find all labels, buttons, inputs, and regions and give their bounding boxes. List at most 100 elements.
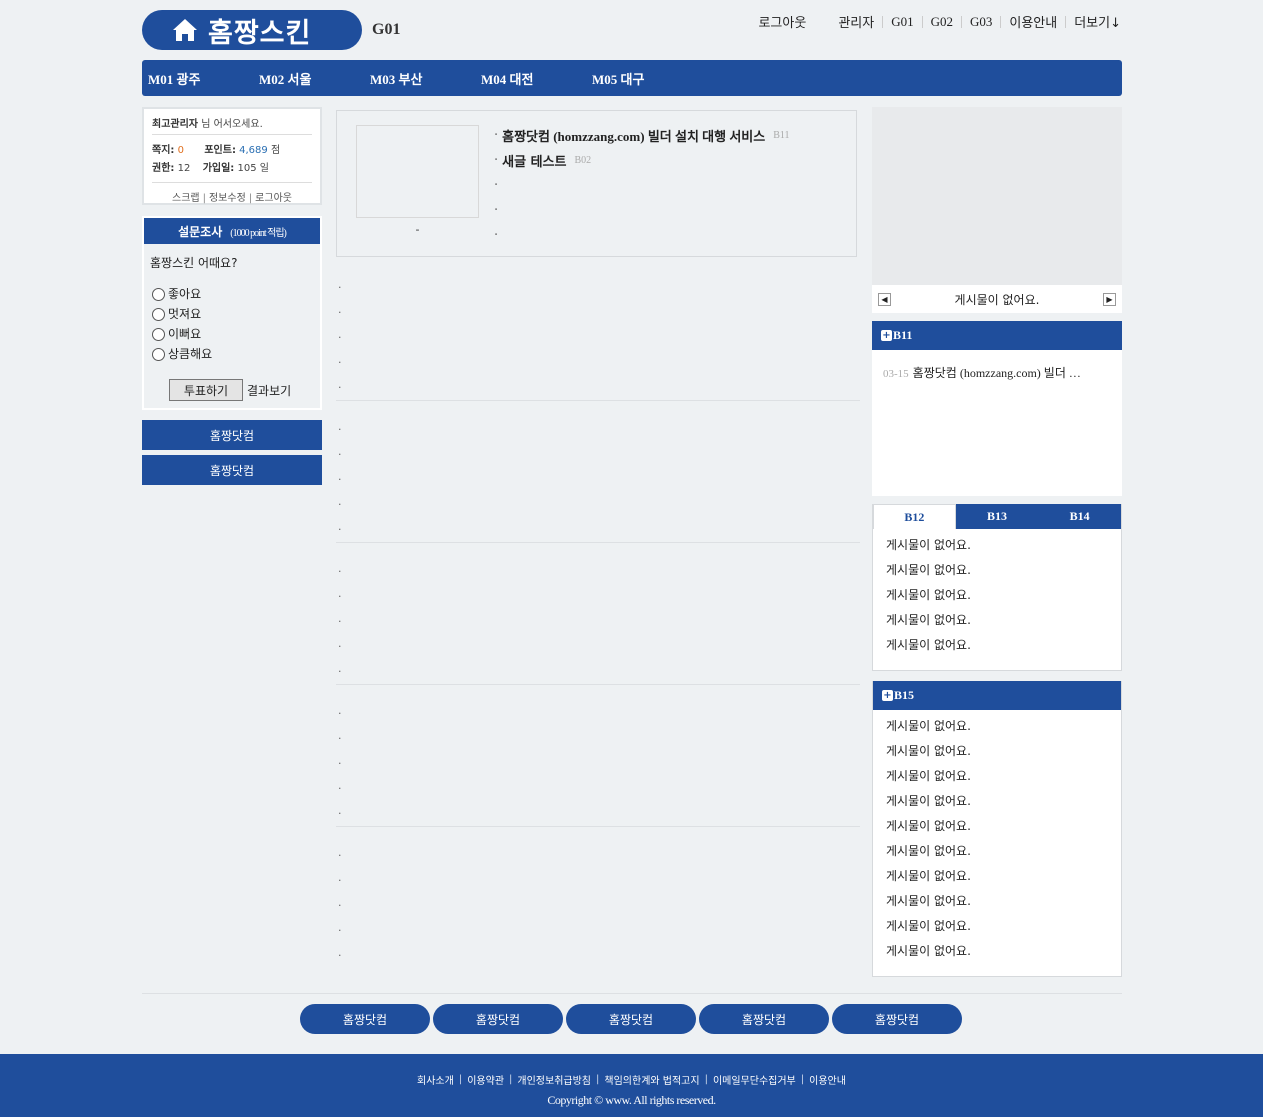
- poll-option[interactable]: 상큼해요: [152, 343, 320, 363]
- featured-thumbnail[interactable]: [356, 125, 479, 218]
- point-value[interactable]: 4,689: [239, 145, 268, 156]
- list-item: 게시물이 없어요.: [886, 638, 971, 652]
- poll-option[interactable]: 좋아요: [152, 283, 320, 303]
- tab-b14[interactable]: B14: [1038, 504, 1121, 529]
- left-banner-button[interactable]: 홈짱닷컴: [142, 455, 322, 485]
- site-logo[interactable]: 홈짱스킨: [142, 10, 362, 50]
- list-item[interactable]: 03-15 홈짱닷컴 (homzzang.com) 빌더 …: [883, 364, 1103, 381]
- nav-item-m03[interactable]: M03 부산: [364, 69, 475, 88]
- list-item: ·: [338, 498, 342, 511]
- user-name[interactable]: 최고관리자: [152, 119, 198, 130]
- list-item: ·: [338, 281, 342, 294]
- list-item: 게시물이 없어요.: [886, 794, 971, 808]
- scrap-link[interactable]: 스크랩: [172, 193, 200, 204]
- next-arrow-icon[interactable]: ▶: [1102, 292, 1116, 306]
- list-item[interactable]: · 새글 테스트 B02: [494, 148, 790, 173]
- poll-option[interactable]: 이뻐요: [152, 323, 320, 343]
- footer-link-privacy[interactable]: 개인정보취급방침: [517, 1072, 591, 1087]
- poll-title: 설문조사: [178, 224, 223, 239]
- poll-options: 좋아요 멋져요 이뻐요 상큼해요: [152, 283, 320, 363]
- list-item: 게시물이 없어요.: [886, 588, 971, 602]
- g02-link[interactable]: G02: [923, 14, 961, 30]
- bottom-banner-button[interactable]: 홈짱닷컴: [433, 1004, 563, 1034]
- list-item: ·: [338, 640, 342, 653]
- bottom-banner-button[interactable]: 홈짱닷컴: [699, 1004, 829, 1034]
- list-item: 게시물이 없어요.: [886, 744, 971, 758]
- list-item: 게시물이 없어요.: [886, 719, 971, 733]
- list-item: ·: [338, 356, 342, 369]
- list-item: ·: [338, 757, 342, 770]
- edit-profile-link[interactable]: 정보수정: [209, 193, 246, 204]
- welcome-text: 최고관리자 님 어서오세요.: [152, 115, 312, 135]
- list-item: 게시물이 없어요.: [886, 538, 971, 552]
- footer-link-about[interactable]: 회사소개: [417, 1072, 454, 1087]
- list-item: ·: [338, 423, 342, 436]
- board-block: · · · · ·: [336, 417, 860, 543]
- list-item: ·: [338, 331, 342, 344]
- board-header[interactable]: + B15: [873, 681, 1121, 710]
- board-block: · · · · ·: [336, 275, 860, 401]
- poll-result-link[interactable]: 결과보기: [247, 382, 291, 399]
- tab-b13[interactable]: B13: [956, 504, 1039, 529]
- footer-link-guide[interactable]: 이용안내: [809, 1072, 846, 1087]
- list-item: ·: [338, 590, 342, 603]
- list-item: ·: [338, 665, 342, 678]
- admin-link[interactable]: 관리자: [830, 12, 882, 31]
- poll-option[interactable]: 멋져요: [152, 303, 320, 323]
- board-b11: + B11 03-15 홈짱닷컴 (homzzang.com) 빌더 …: [872, 321, 1122, 496]
- list-item: 게시물이 없어요.: [886, 613, 971, 627]
- list-item: ·: [494, 228, 499, 243]
- slider-nav: ◀ 게시물이 없어요. ▶: [872, 285, 1122, 313]
- image-slider[interactable]: [872, 107, 1122, 285]
- list-item[interactable]: · 홈짱닷컴 (homzzang.com) 빌더 설치 대행 서비스 B11: [494, 123, 790, 148]
- radio-button[interactable]: [152, 307, 165, 321]
- list-item: ·: [338, 949, 342, 962]
- bottom-banner-button[interactable]: 홈짱닷컴: [832, 1004, 962, 1034]
- radio-button[interactable]: [152, 347, 165, 361]
- nav-item-m01[interactable]: M01 광주: [142, 69, 253, 88]
- more-link[interactable]: 더보기↓: [1066, 12, 1121, 31]
- featured-list: · 홈짱닷컴 (homzzang.com) 빌더 설치 대행 서비스 B11 · 새글…: [494, 123, 790, 248]
- list-item: ·: [338, 565, 342, 578]
- nav-item-m04[interactable]: M04 대전: [475, 69, 586, 88]
- board-block: · · · · ·: [336, 559, 860, 685]
- list-item: ·: [338, 707, 342, 720]
- nav-item-m05[interactable]: M05 대구: [586, 69, 697, 88]
- login-actions: 스크랩 | 정보수정 | 로그아웃: [172, 193, 292, 204]
- left-banner-button[interactable]: 홈짱닷컴: [142, 420, 322, 450]
- bottom-banner-button[interactable]: 홈짱닷컴: [566, 1004, 696, 1034]
- login-box: 최고관리자 님 어서오세요. 쪽지: 0 포인트: 4,689 점 권한: 12…: [142, 107, 322, 205]
- board-block: · · · · ·: [336, 701, 860, 827]
- radio-button[interactable]: [152, 327, 165, 341]
- tab-b12[interactable]: B12: [873, 504, 956, 529]
- board-title: B11: [893, 328, 913, 342]
- featured-caption: -: [415, 223, 420, 236]
- logout-small-link[interactable]: 로그아웃: [255, 193, 292, 204]
- radio-button[interactable]: [152, 287, 165, 301]
- bottom-banner-button[interactable]: 홈짱닷컴: [300, 1004, 430, 1034]
- list-item: ·: [338, 523, 342, 536]
- board-block: · · · · ·: [336, 843, 860, 968]
- list-item: ·: [338, 448, 342, 461]
- guide-link[interactable]: 이용안내: [1001, 12, 1065, 31]
- logout-link[interactable]: 로그아웃: [750, 12, 814, 31]
- footer-link-terms[interactable]: 이용약관: [467, 1072, 504, 1087]
- plus-icon[interactable]: +: [882, 690, 893, 701]
- footer: 회사소개 | 이용약관 | 개인정보취급방침 | 책임의한계와 법적고지 | 이메일무단…: [0, 1054, 1263, 1117]
- list-item: ·: [494, 203, 499, 218]
- featured-box: - · 홈짱닷컴 (homzzang.com) 빌더 설치 대행 서비스 B11 ·…: [336, 110, 857, 257]
- list-item: ·: [338, 381, 342, 394]
- g01-link[interactable]: G01: [883, 14, 921, 30]
- footer-link-disclaimer[interactable]: 책임의한계와 법적고지: [604, 1072, 699, 1087]
- plus-icon[interactable]: +: [881, 330, 892, 341]
- post-title[interactable]: 홈짱닷컴 (homzzang.com) 빌더 …: [913, 366, 1081, 380]
- vote-button[interactable]: 투표하기: [169, 379, 243, 401]
- prev-arrow-icon[interactable]: ◀: [878, 292, 891, 306]
- board-tabs: B12 B13 B14: [873, 504, 1121, 529]
- g03-link[interactable]: G03: [962, 14, 1000, 30]
- list-item: 게시물이 없어요.: [886, 894, 971, 908]
- memo-count[interactable]: 0: [178, 145, 184, 156]
- nav-item-m02[interactable]: M02 서울: [253, 69, 364, 88]
- board-header[interactable]: + B11: [872, 321, 1122, 350]
- footer-link-noemail[interactable]: 이메일무단수집거부: [713, 1072, 796, 1087]
